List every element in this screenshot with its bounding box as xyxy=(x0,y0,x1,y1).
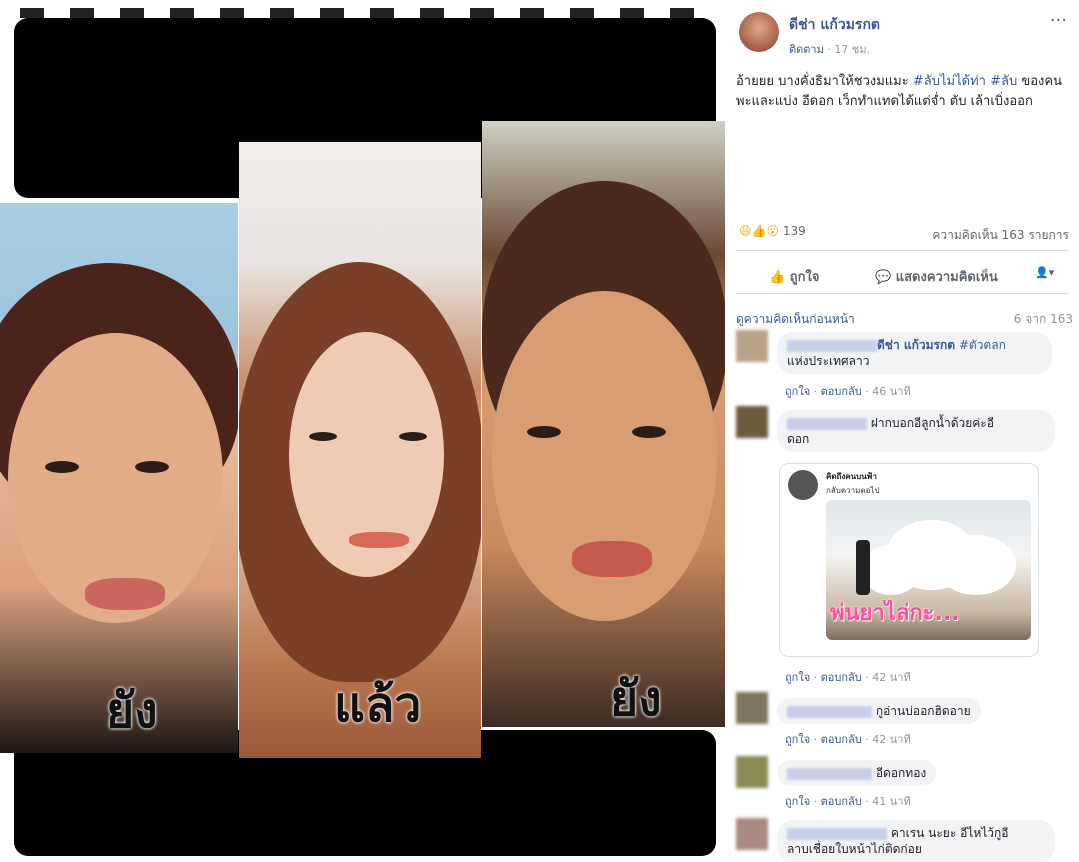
comment-time[interactable]: 46 นาที xyxy=(872,385,910,398)
photo-after-center: แล้ว xyxy=(239,142,481,758)
hashtag-2[interactable]: #ลับ xyxy=(990,74,1017,89)
mention-link[interactable]: ดีช่า แก้วมรกต xyxy=(877,338,955,352)
comment-button[interactable]: 💬 แสดงความคิดเห็น xyxy=(875,266,998,287)
caption-done: แล้ว xyxy=(334,677,422,733)
shared-overlay-text: พ่นยาไล่กะ... xyxy=(830,601,960,626)
shared-post-attachment[interactable]: คิดถึงคนบนฟ้า กลับความตอไป พ่นยาไล่กะ... xyxy=(779,463,1039,657)
photo-before-left: ยัง xyxy=(0,203,238,753)
comment-like-link[interactable]: ถูกใจ xyxy=(785,733,810,746)
comment-time[interactable]: 42 นาที xyxy=(872,671,910,684)
comment-bubble: ดีช่า แก้วมรกต #ตัวตลก แห่งประเทศลาว xyxy=(777,332,1052,374)
comment-hashtag[interactable]: #ตัวตลก xyxy=(959,338,1006,352)
comment-reply-link[interactable]: ตอบกลับ xyxy=(821,671,862,684)
comment-reply-link[interactable]: ตอบกลับ xyxy=(821,733,862,746)
reaction-summary[interactable]: 😆👍😮 139 xyxy=(739,224,806,238)
facebook-post-panel: ดีช่า แก้วมรกต ติดตาม · 17 ชม. ··· อ้ายย… xyxy=(725,0,1079,862)
comment-like-link[interactable]: ถูกใจ xyxy=(785,671,810,684)
comment-count[interactable]: ความคิดเห็น 163 รายการ xyxy=(932,226,1069,245)
shared-subtitle: กลับความตอไป xyxy=(826,486,880,495)
commenter-avatar[interactable] xyxy=(736,818,768,850)
follow-link[interactable]: ติดตาม xyxy=(789,43,824,56)
comment-reply-link[interactable]: ตอบกลับ xyxy=(821,795,862,808)
post-time[interactable]: 17 ชม. xyxy=(834,43,870,56)
comment-time[interactable]: 42 นาที xyxy=(872,733,910,746)
speech-bubble-icon: 💬 xyxy=(875,270,892,285)
thumbs-up-icon: 👍 xyxy=(769,270,786,285)
view-previous-comments[interactable]: ดูความคิดเห็นก่อนหน้า xyxy=(736,310,855,329)
collage-image: ยัง แล้ว ยัง xyxy=(0,0,725,856)
comments-count-label: 6 จาก 163 xyxy=(1013,312,1073,326)
top-film-strip xyxy=(0,0,725,18)
post-meta: ติดตาม · 17 ชม. xyxy=(789,43,871,56)
post-text: อ้ายยย บางคั่งธิมาให้ชวงมแมะ #ลับไม่ได้ท… xyxy=(736,74,1062,109)
comment-like-link[interactable]: ถูกใจ xyxy=(785,385,810,398)
comment-reply-link[interactable]: ตอบกลับ xyxy=(821,385,862,398)
more-options-icon[interactable]: ··· xyxy=(1050,10,1067,31)
shared-author: คิดถึงคนบนฟ้า xyxy=(826,472,877,481)
shared-image: พ่นยาไล่กะ... xyxy=(826,500,1031,640)
author-avatar[interactable] xyxy=(739,12,779,52)
audience-selector[interactable]: 👤▾ xyxy=(1035,266,1054,279)
hashtag-1[interactable]: #ลับไม่ได้ท่า xyxy=(913,74,986,89)
reaction-icons: 😆 xyxy=(739,224,752,238)
author-name[interactable]: ดีช่า แก้วมรกต xyxy=(789,14,880,36)
commenter-avatar[interactable] xyxy=(736,406,768,438)
comment-bubble: กูอ่านบ่ออกฮิดอาย xyxy=(777,698,981,724)
like-button[interactable]: 👍 ถูกใจ xyxy=(769,266,819,287)
commenter-avatar[interactable] xyxy=(736,756,768,788)
comment-bubble: ฝากบอกอีลูกน้ำด้วยค่ะอี ดอก xyxy=(777,410,1055,452)
comment-time[interactable]: 41 นาที xyxy=(872,795,910,808)
caption-not-yet-1: ยัง xyxy=(106,683,158,739)
caption-not-yet-2: ยัง xyxy=(610,671,662,727)
comment-like-link[interactable]: ถูกใจ xyxy=(785,795,810,808)
commenter-avatar[interactable] xyxy=(736,692,768,724)
reaction-count: 139 xyxy=(782,224,806,238)
comment-bubble: อีดอกทอง xyxy=(777,760,937,786)
shared-author-avatar xyxy=(788,470,818,500)
photo-before-right: ยัง xyxy=(482,121,725,727)
commenter-avatar[interactable] xyxy=(736,330,768,362)
